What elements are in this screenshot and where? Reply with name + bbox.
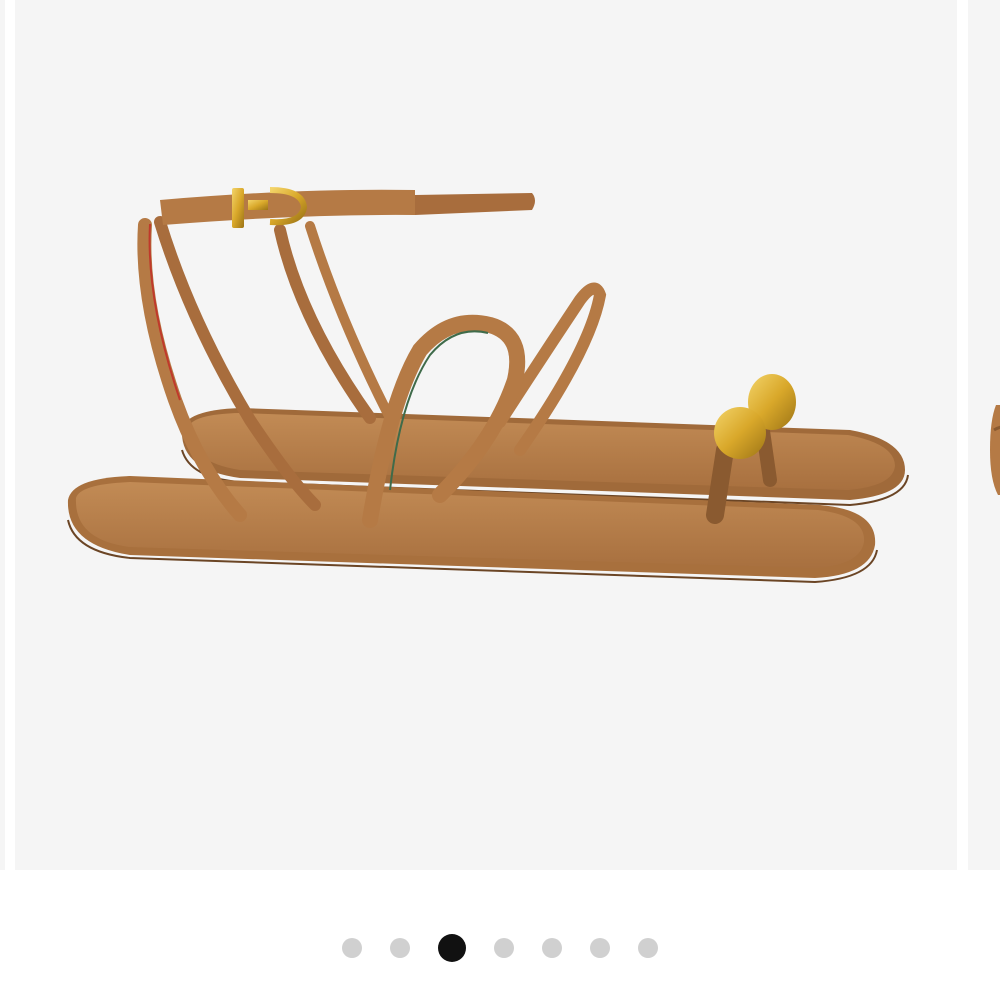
toe-ring-ornament-front (714, 407, 766, 459)
back-sandal (181, 193, 909, 507)
pagination-dot-5[interactable] (542, 938, 562, 958)
pagination-dot-1[interactable] (342, 938, 362, 958)
pagination-dot-7[interactable] (638, 938, 658, 958)
carousel-pagination (0, 933, 1000, 963)
pagination-dot-4[interactable] (494, 938, 514, 958)
product-image-slide (15, 0, 957, 870)
sandal-product-image (67, 187, 909, 584)
gold-buckle (232, 188, 244, 228)
next-slide-image (990, 405, 1000, 495)
previous-slide-edge[interactable] (0, 0, 5, 870)
next-slide-peek[interactable] (968, 0, 1000, 870)
pagination-dot-3-active[interactable] (438, 934, 466, 962)
product-image-carousel[interactable] (0, 0, 1000, 870)
pagination-dot-2[interactable] (390, 938, 410, 958)
pagination-dot-6[interactable] (590, 938, 610, 958)
